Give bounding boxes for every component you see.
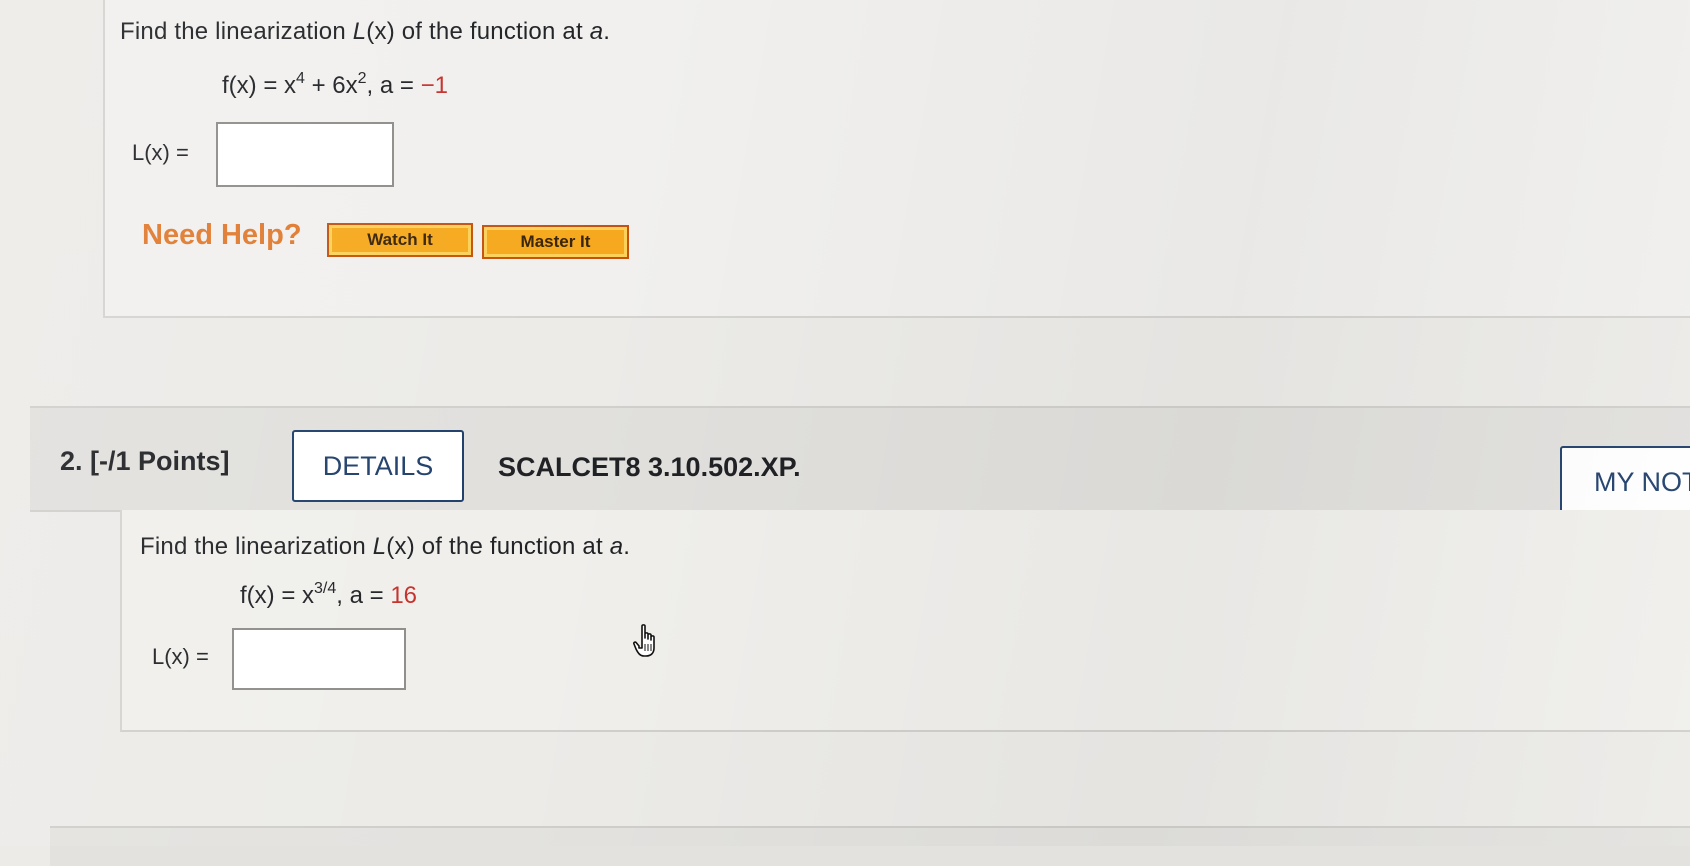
formula-a-value: −1 [420, 72, 448, 99]
master-it-button[interactable]: Master It [482, 225, 629, 259]
formula-exponent: 3/4 [314, 580, 337, 597]
answer-label: L(x) = [132, 140, 189, 165]
watch-it-button[interactable]: Watch It [327, 223, 473, 257]
question-2-points: 2. [-/1 Points] [60, 446, 230, 476]
prompt-text-2: of the function at [394, 18, 590, 45]
question-2-formula: f(x) = x3/4, a = 16 [240, 580, 418, 610]
need-help-label: Need Help? [142, 219, 302, 251]
formula-lhs: f(x) = x [222, 72, 297, 99]
answer-label: L(x) = [152, 644, 209, 669]
prompt-variable: a [609, 533, 624, 560]
formula-separator: , a = [336, 582, 391, 609]
prompt-period: . [603, 18, 611, 45]
prompt-text: Find the linearization [140, 533, 373, 560]
question-2-code: SCALCET8 3.10.502.XP. [498, 452, 801, 482]
my-notes-button[interactable]: MY NOTES [1560, 446, 1690, 518]
prompt-text: Find the linearization [120, 18, 353, 45]
formula-a-value: 16 [390, 582, 418, 609]
formula-exponent: 4 [296, 70, 305, 87]
question-2-prompt: Find the linearization L(x) of the funct… [140, 533, 630, 561]
prompt-variable: a [589, 18, 604, 45]
question-2-header [30, 406, 1690, 512]
formula-lhs: f(x) = x [240, 582, 315, 609]
hand-cursor-icon [633, 624, 655, 657]
answer-input[interactable] [232, 628, 406, 690]
prompt-function-arg: (x) [386, 533, 415, 560]
question-3-panel [50, 826, 1690, 866]
formula-separator: , a = [366, 72, 421, 99]
details-button[interactable]: DETAILS [292, 430, 464, 502]
prompt-period: . [623, 533, 631, 560]
prompt-function-name: L [352, 18, 367, 45]
prompt-function-arg: (x) [366, 18, 395, 45]
question-1-prompt: Find the linearization L(x) of the funct… [120, 18, 610, 46]
question-1-formula: f(x) = x4 + 6x2, a = −1 [222, 70, 448, 100]
formula-term: + 6x [304, 72, 358, 99]
answer-input[interactable] [216, 122, 394, 187]
prompt-function-name: L [372, 533, 387, 560]
formula-exponent: 2 [357, 70, 367, 87]
prompt-text-2: of the function at [414, 533, 610, 560]
